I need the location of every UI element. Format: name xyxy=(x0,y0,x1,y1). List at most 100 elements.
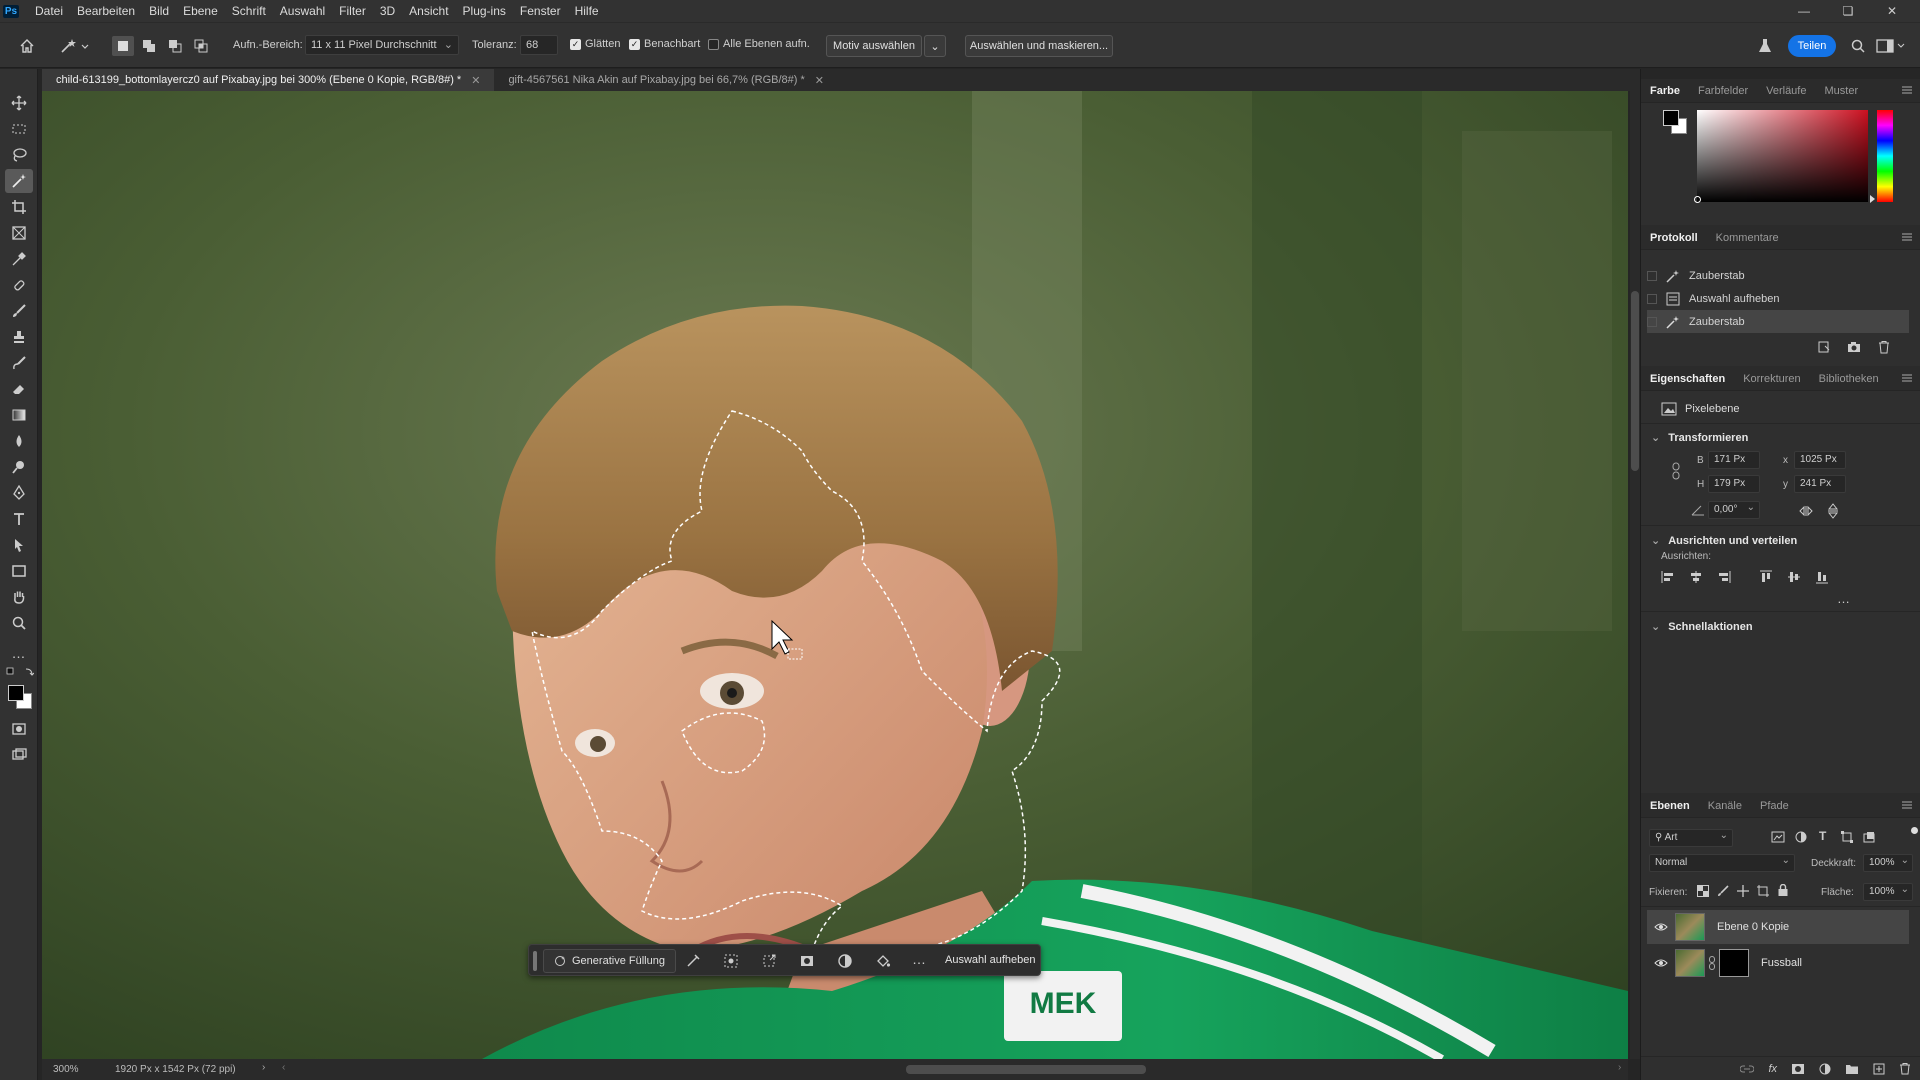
chevron-right-icon[interactable]: › xyxy=(262,1062,265,1073)
lasso-tool-icon[interactable] xyxy=(5,143,33,167)
scroll-right-icon[interactable]: › xyxy=(1618,1062,1621,1073)
tab-document-1[interactable]: child-613199_bottomlayercz0 auf Pixabay.… xyxy=(42,69,495,91)
new-group-icon[interactable] xyxy=(1845,1063,1859,1075)
contiguous-checkbox[interactable]: ✓ Benachbart xyxy=(629,38,700,50)
pen-tool-icon[interactable] xyxy=(5,481,33,505)
lock-pixels-icon[interactable] xyxy=(1717,885,1729,897)
more-tools-icon[interactable]: … xyxy=(5,641,33,665)
layer-mask-thumbnail[interactable] xyxy=(1719,949,1749,977)
tab-farbe[interactable]: Farbe xyxy=(1641,79,1689,103)
tab-protokoll[interactable]: Protokoll xyxy=(1641,226,1707,250)
menu-bearbeiten[interactable]: Bearbeiten xyxy=(70,0,142,22)
angle-input[interactable]: 0,00° ⌄ xyxy=(1708,501,1760,519)
filter-shape-icon[interactable] xyxy=(1841,831,1853,843)
visibility-eye-icon[interactable] xyxy=(1647,922,1675,932)
filter-adjustment-icon[interactable] xyxy=(1795,831,1807,843)
new-document-from-state-icon[interactable] xyxy=(1817,340,1831,354)
history-brush-tool-icon[interactable] xyxy=(5,351,33,375)
new-selection-icon[interactable] xyxy=(112,36,134,56)
height-input[interactable]: 179 Px xyxy=(1708,475,1760,493)
fill-input[interactable]: 100% ⌄ xyxy=(1863,883,1913,901)
menu-fenster[interactable]: Fenster xyxy=(513,0,568,22)
document-canvas[interactable]: MEK xyxy=(42,91,1628,1059)
layer-style-fx-icon[interactable]: fx xyxy=(1768,1063,1777,1075)
search-icon[interactable] xyxy=(1848,36,1868,56)
path-selection-tool-icon[interactable] xyxy=(5,533,33,557)
close-tab-icon[interactable]: ✕ xyxy=(815,74,824,87)
flip-horizontal-icon[interactable] xyxy=(1799,505,1815,517)
align-left-icon[interactable] xyxy=(1661,570,1675,584)
menu-datei[interactable]: Datei xyxy=(28,0,70,22)
filter-pixel-icon[interactable] xyxy=(1771,831,1785,843)
menu-ansicht[interactable]: Ansicht xyxy=(402,0,455,22)
all-layers-checkbox[interactable]: Alle Ebenen aufn. xyxy=(708,38,810,50)
close-icon[interactable]: ✕ xyxy=(1870,0,1914,22)
share-button[interactable]: Teilen xyxy=(1788,35,1836,57)
menu-3d[interactable]: 3D xyxy=(373,0,402,22)
dodge-tool-icon[interactable] xyxy=(5,455,33,479)
panel-menu-icon[interactable] xyxy=(1901,85,1913,95)
align-top-icon[interactable] xyxy=(1759,570,1773,584)
eyedropper-tool-icon[interactable] xyxy=(5,247,33,271)
marquee-tool-icon[interactable] xyxy=(5,117,33,141)
menu-auswahl[interactable]: Auswahl xyxy=(273,0,332,22)
tab-farbfelder[interactable]: Farbfelder xyxy=(1689,79,1757,103)
tool-preset-picker[interactable] xyxy=(58,36,92,56)
history-item-selected[interactable]: Zauberstab xyxy=(1647,310,1909,333)
mask-link-icon[interactable] xyxy=(1709,956,1715,970)
new-adjustment-layer-icon[interactable] xyxy=(1819,1063,1831,1075)
visibility-eye-icon[interactable] xyxy=(1647,958,1675,968)
lock-artboard-icon[interactable] xyxy=(1757,885,1769,897)
history-item[interactable]: Zauberstab xyxy=(1647,264,1909,287)
crop-tool-icon[interactable] xyxy=(5,195,33,219)
sample-size-select[interactable]: 11 x 11 Pixel Durchschnitt ⌄ xyxy=(305,35,459,55)
tab-verlaeufe[interactable]: Verläufe xyxy=(1757,79,1815,103)
frame-tool-icon[interactable] xyxy=(5,221,33,245)
layer-row-fussball[interactable]: Fussball xyxy=(1647,946,1909,980)
filter-type-icon[interactable]: T xyxy=(1819,829,1826,843)
hand-tool-icon[interactable] xyxy=(5,585,33,609)
move-tool-icon[interactable] xyxy=(5,91,33,115)
y-input[interactable]: 241 Px xyxy=(1794,475,1846,493)
type-tool-icon[interactable] xyxy=(5,507,33,531)
camera-snapshot-icon[interactable] xyxy=(1847,340,1861,354)
quick-mask-icon[interactable] xyxy=(5,717,33,741)
align-center-horizontal-icon[interactable] xyxy=(1689,570,1703,584)
history-item[interactable]: Auswahl aufheben xyxy=(1647,287,1909,310)
menu-filter[interactable]: Filter xyxy=(332,0,373,22)
flask-icon[interactable] xyxy=(1754,36,1776,56)
tab-pfade[interactable]: Pfade xyxy=(1751,794,1798,818)
align-middle-vertical-icon[interactable] xyxy=(1787,570,1801,584)
more-align-options-icon[interactable]: … xyxy=(1837,591,1850,606)
transform-selection-icon[interactable] xyxy=(761,953,777,969)
rectangle-tool-icon[interactable] xyxy=(5,559,33,583)
color-field[interactable] xyxy=(1694,110,1868,203)
trash-icon[interactable] xyxy=(1877,340,1891,354)
width-input[interactable]: 171 Px xyxy=(1708,451,1760,469)
filter-smart-object-icon[interactable] xyxy=(1863,831,1875,843)
menu-schrift[interactable]: Schrift xyxy=(225,0,273,22)
quick-actions-section-header[interactable]: ⌄ Schnellaktionen xyxy=(1651,620,1753,634)
horizontal-scrollbar[interactable] xyxy=(906,1065,1146,1074)
vertical-scrollbar[interactable] xyxy=(1631,291,1639,471)
tab-kanaele[interactable]: Kanäle xyxy=(1699,794,1751,818)
x-input[interactable]: 1025 Px xyxy=(1794,451,1846,469)
filter-toggle-icon[interactable] xyxy=(1911,827,1918,834)
fill-selection-icon[interactable] xyxy=(875,953,891,969)
blend-mode-select[interactable]: Normal ⌄ xyxy=(1649,854,1795,872)
tab-bibliotheken[interactable]: Bibliotheken xyxy=(1810,367,1888,391)
panel-menu-icon[interactable] xyxy=(1901,373,1913,383)
select-subject-icon[interactable] xyxy=(723,953,739,969)
foreground-background-colors[interactable] xyxy=(6,683,34,711)
gradient-tool-icon[interactable] xyxy=(5,403,33,427)
align-right-icon[interactable] xyxy=(1717,570,1731,584)
eraser-tool-icon[interactable] xyxy=(5,377,33,401)
history-snapshot-checkbox[interactable] xyxy=(1647,293,1657,304)
opacity-input[interactable]: 100% ⌄ xyxy=(1863,854,1913,872)
align-bottom-icon[interactable] xyxy=(1815,570,1829,584)
deselect-button[interactable]: Auswahl aufheben xyxy=(945,954,1036,966)
tab-kommentare[interactable]: Kommentare xyxy=(1707,226,1788,250)
align-section-header[interactable]: ⌄ Ausrichten und verteilen xyxy=(1651,534,1797,548)
drag-handle[interactable] xyxy=(533,951,537,971)
scroll-left-icon[interactable]: ‹ xyxy=(282,1062,285,1073)
